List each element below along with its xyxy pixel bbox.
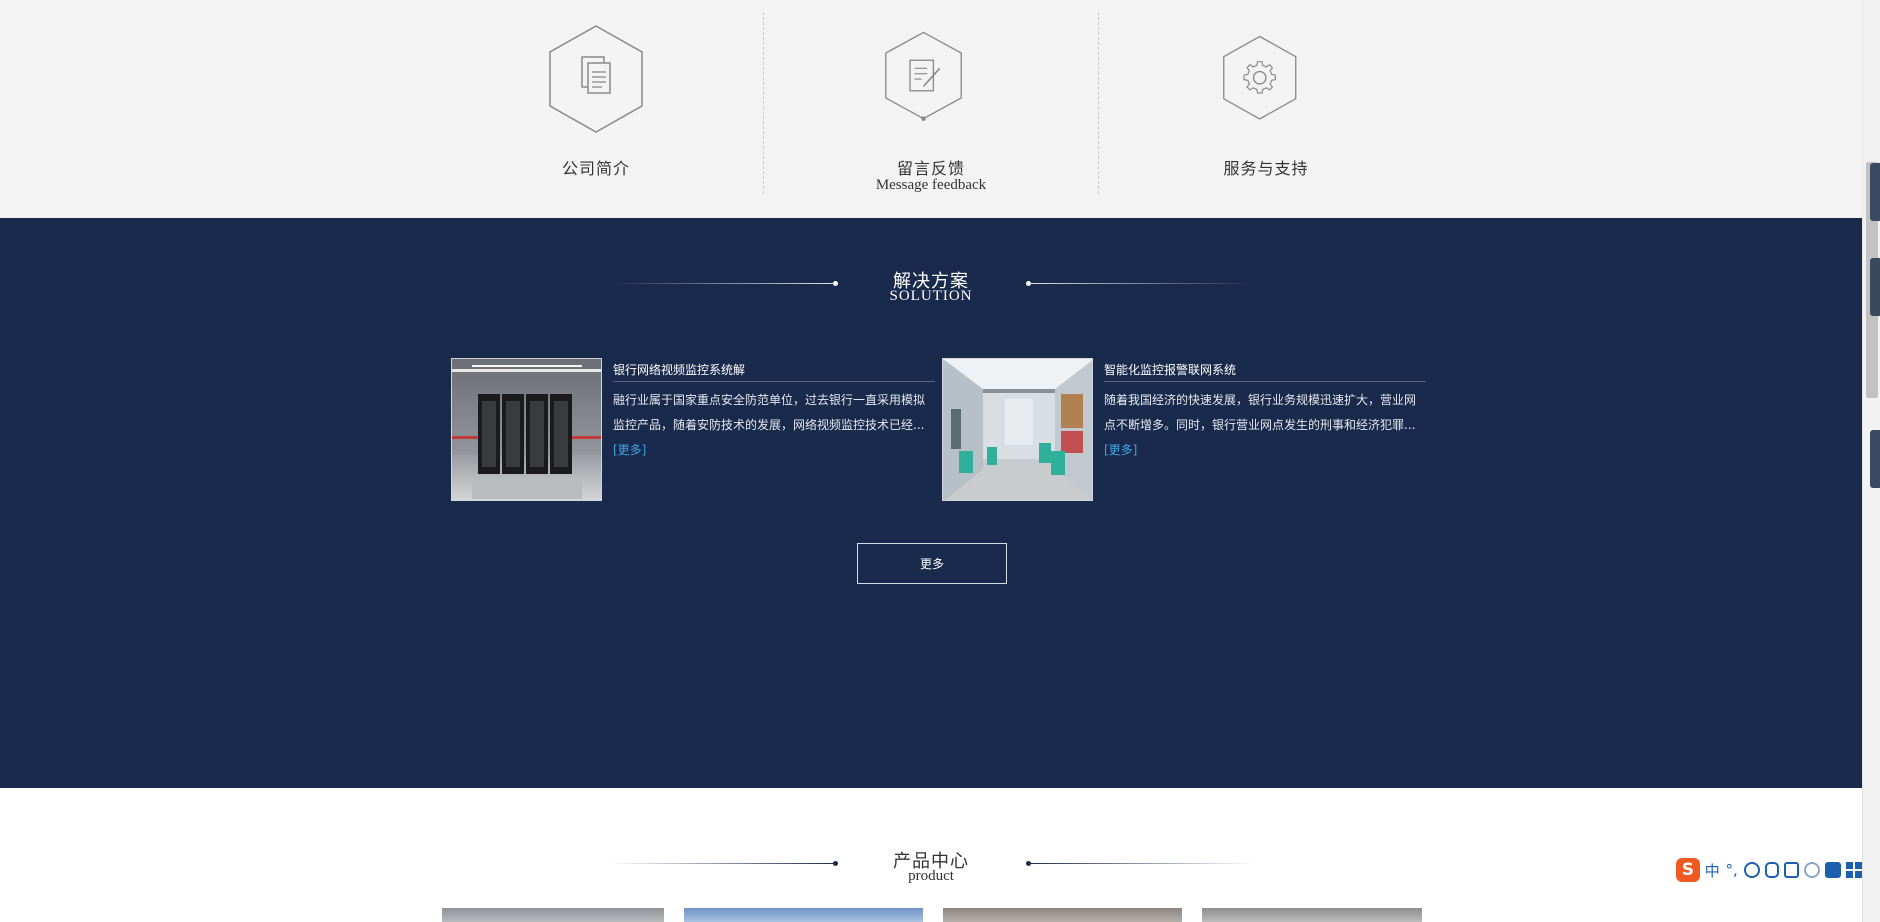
feature-title[interactable]: 留言反馈 bbox=[763, 155, 1099, 179]
side-widget[interactable] bbox=[1870, 430, 1880, 488]
card-text: 融行业属于国家重点安全防范单位，过去银行一直采用模拟监控产品，随着安防技术的发展… bbox=[613, 393, 926, 432]
keyboard-icon[interactable] bbox=[1783, 862, 1800, 878]
product-thumbnail[interactable] bbox=[943, 908, 1182, 922]
feature-service-support[interactable]: 服务与支持 bbox=[1098, 0, 1434, 218]
solution-section: 解决方案 SOLUTION 银行网络视频监控系统解 融行业属于国家重点安全防范单… bbox=[0, 218, 1862, 788]
card-text: 随着我国经济的快速发展，银行业务规模迅速扩大，营业网点不断增多。同时，银行营业网… bbox=[1104, 393, 1417, 432]
feature-title[interactable]: 公司简介 bbox=[428, 155, 764, 179]
feature-message-feedback[interactable]: 留言反馈 Message feedback bbox=[763, 0, 1099, 218]
solution-card: 智能化监控报警联网系统 随着我国经济的快速发展，银行业务规模迅速扩大，营业网点不… bbox=[942, 358, 1427, 503]
section-subtitle: product bbox=[908, 868, 954, 884]
document-copy-icon bbox=[549, 25, 643, 133]
card-title[interactable]: 银行网络视频监控系统解 bbox=[613, 358, 935, 382]
feature-company-intro[interactable]: 公司简介 bbox=[428, 0, 764, 218]
feature-strip: 公司简介 留言反馈 Message feedback 服务与支持 bbox=[0, 0, 1862, 218]
product-thumbnail[interactable] bbox=[1202, 908, 1422, 922]
ime-punctuation-toggle[interactable]: °, bbox=[1725, 861, 1739, 879]
more-button[interactable]: 更多 bbox=[857, 543, 1007, 584]
microphone-icon[interactable] bbox=[1764, 862, 1779, 878]
card-description: 随着我国经济的快速发展，银行业务规模迅速扩大，营业网点不断增多。同时，银行营业网… bbox=[1104, 388, 1426, 463]
ime-logo-icon[interactable]: S bbox=[1676, 858, 1700, 882]
toolbox-icon[interactable] bbox=[1846, 862, 1862, 878]
server-room-photo[interactable] bbox=[451, 358, 602, 501]
solution-card: 银行网络视频监控系统解 融行业属于国家重点安全防范单位，过去银行一直采用模拟监控… bbox=[451, 358, 936, 503]
section-subtitle: SOLUTION bbox=[889, 288, 973, 304]
card-more-link[interactable]: [更多] bbox=[613, 443, 646, 457]
card-body: 智能化监控报警联网系统 随着我国经济的快速发展，银行业务规模迅速扩大，营业网点不… bbox=[1104, 358, 1426, 463]
ime-language-toggle[interactable]: 中 bbox=[1705, 860, 1720, 881]
card-body: 银行网络视频监控系统解 融行业属于国家重点安全防范单位，过去银行一直采用模拟监控… bbox=[613, 358, 935, 463]
emoji-icon[interactable] bbox=[1743, 862, 1760, 878]
feature-subtitle: Message feedback bbox=[875, 177, 987, 193]
ime-toolbar: S 中 °, bbox=[1674, 856, 1862, 884]
card-title[interactable]: 智能化监控报警联网系统 bbox=[1104, 358, 1426, 382]
skin-icon[interactable] bbox=[1825, 862, 1842, 878]
edit-note-icon bbox=[885, 31, 962, 121]
gear-icon bbox=[1223, 35, 1297, 120]
side-widget[interactable] bbox=[1870, 258, 1880, 316]
user-icon[interactable] bbox=[1804, 862, 1821, 878]
bank-hall-photo[interactable] bbox=[942, 358, 1093, 501]
card-description: 融行业属于国家重点安全防范单位，过去银行一直采用模拟监控产品，随着安防技术的发展… bbox=[613, 388, 935, 463]
card-more-link[interactable]: [更多] bbox=[1104, 443, 1137, 457]
product-section: 产品中心 product bbox=[0, 788, 1862, 922]
product-thumbnail[interactable] bbox=[442, 908, 664, 922]
feature-title[interactable]: 服务与支持 bbox=[1098, 155, 1434, 179]
product-thumbnail[interactable] bbox=[684, 908, 923, 922]
side-widget[interactable] bbox=[1870, 163, 1880, 221]
